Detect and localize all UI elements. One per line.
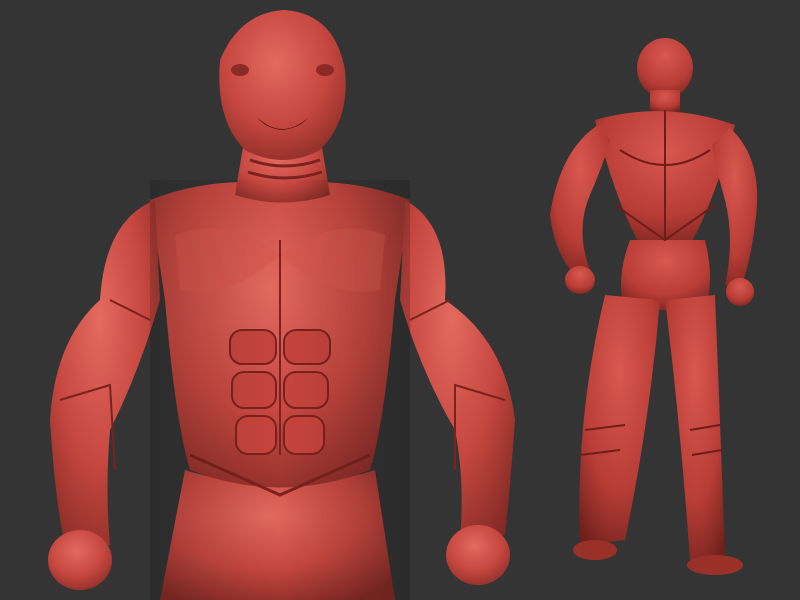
back-right-arm [712,128,758,290]
back-left-foot [573,540,617,560]
back-left-leg [579,295,660,545]
back-head [637,38,693,98]
front-right-fist [446,525,510,585]
front-right-eye [316,64,334,76]
back-right-foot [687,555,743,575]
sculpt-render [48,10,758,600]
back-right-fist [726,278,754,306]
front-left-eye [231,64,249,76]
front-right-arm [400,200,515,540]
back-left-arm [550,125,610,275]
back-left-fist [565,266,595,294]
front-left-arm [50,200,160,545]
back-figure [550,38,758,575]
back-right-leg [665,295,725,560]
front-left-fist [48,530,112,590]
sculpt-viewport[interactable] [0,0,800,600]
front-head [219,10,346,160]
front-figure [48,10,515,600]
